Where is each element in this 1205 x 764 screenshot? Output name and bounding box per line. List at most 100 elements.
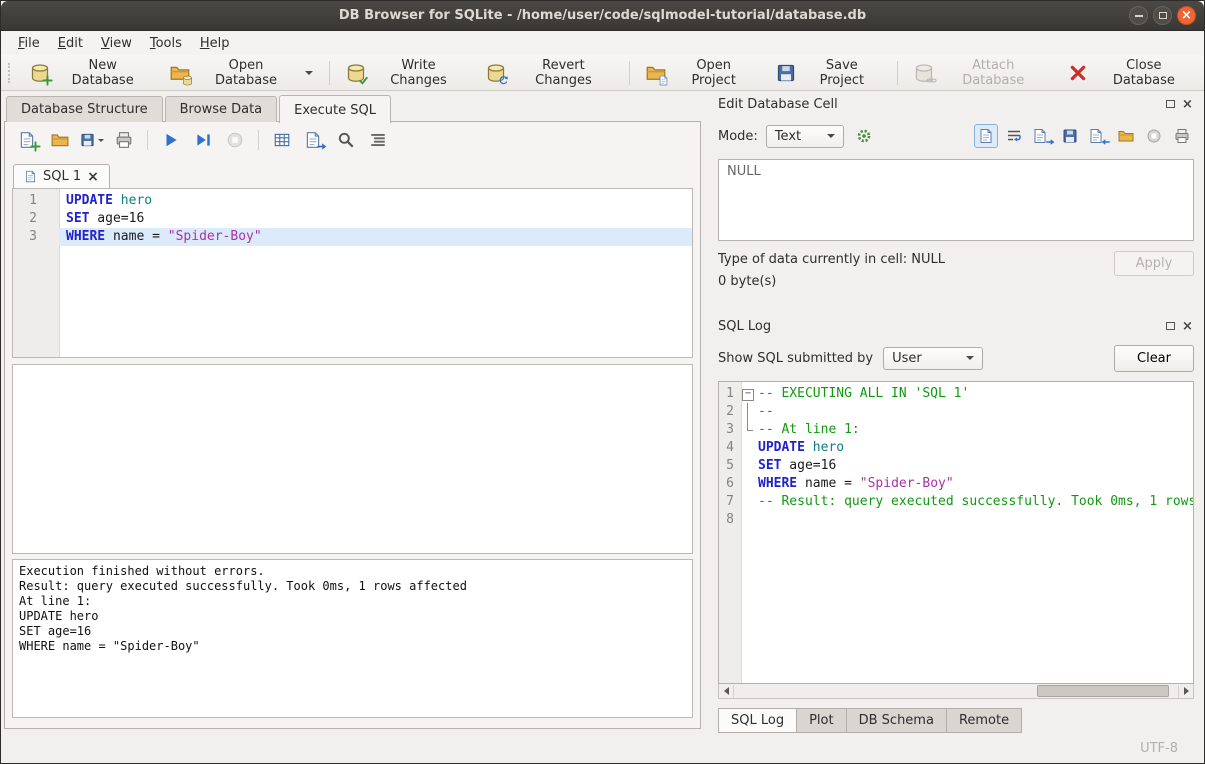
close-icon: ×: [1182, 320, 1193, 333]
scroll-right-arrow[interactable]: [1178, 685, 1193, 698]
attach-database-button: Attach Database: [903, 52, 1057, 94]
save-results-button[interactable]: [269, 127, 295, 153]
code-line[interactable]: 2--: [719, 403, 1193, 421]
menu-help[interactable]: Help: [191, 33, 239, 54]
save-project-button[interactable]: Save Project: [765, 52, 892, 94]
menu-view[interactable]: View: [92, 33, 141, 54]
import-cell-data-button[interactable]: [1030, 124, 1054, 148]
code-text: WHERE name = "Spider-Boy": [755, 475, 1193, 493]
write-changes-button[interactable]: Write Changes: [335, 52, 476, 94]
save-cell-data-button[interactable]: [1058, 124, 1082, 148]
open-database-button[interactable]: Open Database: [159, 52, 323, 94]
menu-edit[interactable]: Edit: [49, 33, 92, 54]
text-view-button[interactable]: [974, 124, 998, 148]
code-text: SET age=16: [755, 457, 1193, 475]
gear-icon: [856, 128, 872, 144]
chevron-down-icon[interactable]: [98, 139, 104, 142]
code-line[interactable]: 6WHERE name = "Spider-Boy": [719, 475, 1193, 493]
tab-remote[interactable]: Remote: [946, 708, 1022, 733]
minimize-button[interactable]: [1129, 6, 1148, 25]
print-icon: [1174, 128, 1190, 144]
scroll-left-arrow[interactable]: [719, 685, 734, 698]
message-line: SET age=16: [19, 624, 686, 639]
close-database-icon: [1068, 63, 1088, 83]
code-line[interactable]: 4UPDATE hero: [719, 439, 1193, 457]
code-text: [755, 511, 1193, 529]
open-new-tab-button[interactable]: [15, 127, 41, 153]
close-dock-button[interactable]: ×: [1181, 320, 1194, 333]
revert-changes-button[interactable]: Revert Changes: [475, 52, 624, 94]
open-database-icon: [170, 63, 190, 83]
clear-log-button[interactable]: Clear: [1114, 345, 1194, 372]
submitted-by-combobox[interactable]: User: [883, 347, 983, 370]
code-text: UPDATE hero: [59, 192, 692, 210]
code-line[interactable]: 3-- At line 1:: [719, 421, 1193, 439]
float-dock-button[interactable]: [1164, 320, 1177, 333]
code-line[interactable]: 2SET age=16: [13, 210, 692, 228]
right-pane: Edit Database Cell × Mode: Text: [708, 91, 1204, 733]
close-tab-icon[interactable]: ×: [87, 170, 99, 184]
tab-sql-log[interactable]: SQL Log: [718, 708, 797, 733]
execute-sql-panel: SQL 1 × 1UPDATE hero2SET age=163WHERE na…: [4, 121, 701, 729]
results-pane[interactable]: [12, 364, 693, 554]
print-sql-button[interactable]: [111, 127, 137, 153]
code-line[interactable]: 3WHERE name = "Spider-Boy": [13, 228, 692, 246]
close-database-button[interactable]: Close Database: [1057, 52, 1204, 94]
word-wrap-button[interactable]: [1002, 124, 1026, 148]
horizontal-scrollbar[interactable]: [718, 684, 1194, 699]
execute-current-line-button[interactable]: [190, 127, 216, 153]
attach-database-label: Attach Database: [941, 58, 1046, 88]
maximize-button[interactable]: [1153, 6, 1172, 25]
panel-splitter[interactable]: [701, 91, 708, 733]
sql-log-view[interactable]: 1-- EXECUTING ALL IN 'SQL 1'2--3-- At li…: [718, 381, 1194, 684]
export-cell-data-button[interactable]: [1086, 124, 1110, 148]
line-number: 1: [13, 192, 59, 210]
open-in-external-button[interactable]: [1114, 124, 1138, 148]
sql-tab-1[interactable]: SQL 1 ×: [13, 164, 110, 188]
revert-changes-icon: [486, 63, 506, 83]
tab-browse-data[interactable]: Browse Data: [165, 96, 278, 122]
toolbar-drag-handle[interactable]: [8, 63, 12, 83]
print-cell-button[interactable]: [1170, 124, 1194, 148]
export-results-button[interactable]: [301, 127, 327, 153]
sql-editor[interactable]: 1UPDATE hero2SET age=163WHERE name = "Sp…: [12, 188, 693, 358]
close-dock-button[interactable]: ×: [1181, 98, 1194, 111]
auto-switch-mode-button[interactable]: [852, 124, 876, 148]
menu-tools[interactable]: Tools: [141, 33, 191, 54]
tab-plot[interactable]: Plot: [796, 708, 847, 733]
code-line[interactable]: 7-- Result: query executed successfully.…: [719, 493, 1193, 511]
open-sql-file-button[interactable]: [47, 127, 73, 153]
fold-margin: [741, 403, 755, 421]
float-dock-button[interactable]: [1164, 98, 1177, 111]
fold-marker-icon[interactable]: [741, 385, 755, 403]
titlebar[interactable]: DB Browser for SQLite - /home/user/code/…: [1, 1, 1204, 31]
scrollbar-thumb[interactable]: [1037, 685, 1170, 697]
export-icon: [1088, 128, 1108, 144]
tab-db-schema[interactable]: DB Schema: [846, 708, 947, 733]
tab-database-structure[interactable]: Database Structure: [6, 96, 163, 122]
find-replace-button[interactable]: [333, 127, 359, 153]
code-line[interactable]: 1UPDATE hero: [13, 192, 692, 210]
format-sql-button[interactable]: [365, 127, 391, 153]
execute-all-button[interactable]: [158, 127, 184, 153]
mode-combobox[interactable]: Text: [766, 125, 844, 148]
set-null-button[interactable]: [1142, 124, 1166, 148]
submitted-by-value: User: [892, 351, 954, 366]
float-icon: [1166, 322, 1175, 330]
execution-message-pane[interactable]: Execution finished without errors.Result…: [12, 559, 693, 718]
save-sql-file-button[interactable]: [79, 127, 105, 153]
save-project-icon: [776, 63, 796, 83]
code-line[interactable]: 1-- EXECUTING ALL IN 'SQL 1': [719, 385, 1193, 403]
tab-execute-sql[interactable]: Execute SQL: [279, 95, 391, 123]
chevron-down-icon: [827, 134, 835, 138]
fold-margin: [741, 511, 755, 529]
menu-file[interactable]: File: [9, 33, 49, 54]
new-database-button[interactable]: New Database: [19, 52, 159, 94]
mode-value: Text: [775, 129, 815, 144]
cell-value-editor[interactable]: NULL: [718, 159, 1194, 241]
close-window-button[interactable]: ×: [1177, 6, 1196, 25]
code-line[interactable]: 5SET age=16: [719, 457, 1193, 475]
open-project-button[interactable]: Open Project: [635, 52, 765, 94]
code-line[interactable]: 8: [719, 511, 1193, 529]
chevron-down-icon[interactable]: [305, 71, 313, 75]
